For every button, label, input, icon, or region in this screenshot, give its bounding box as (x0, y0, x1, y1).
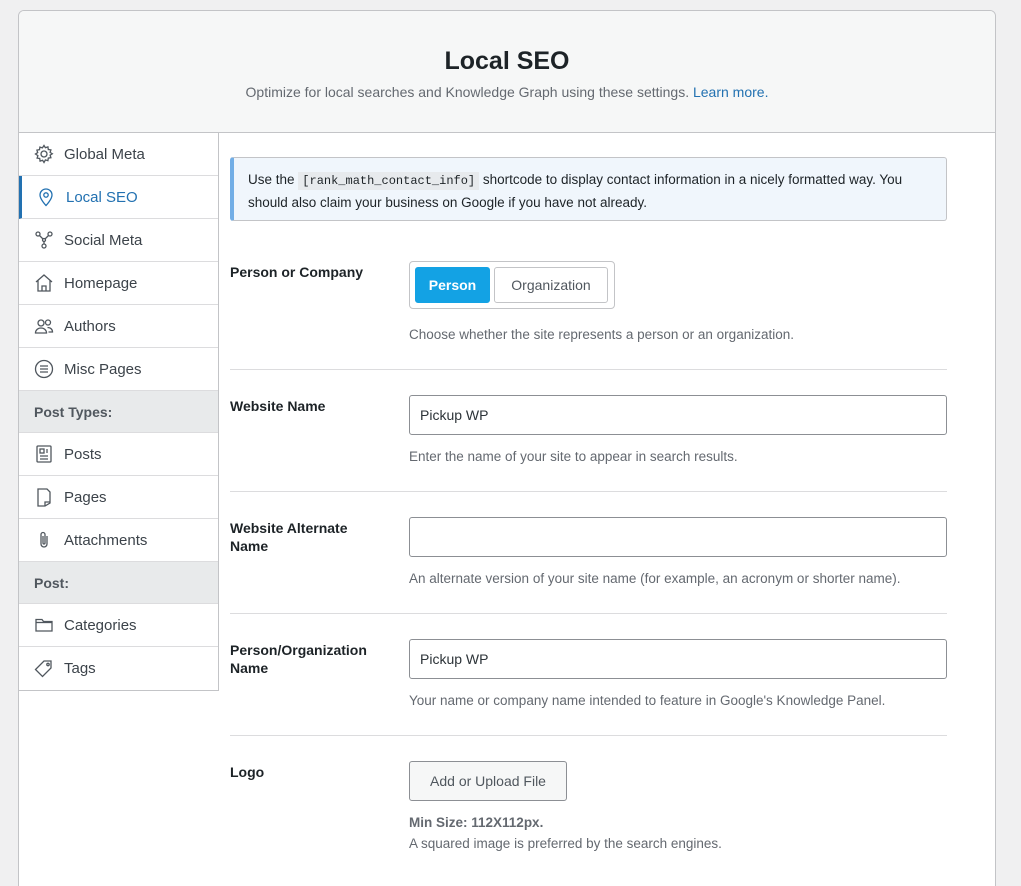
sidebar-item-label: Local SEO (66, 188, 138, 206)
sidebar-item-social-meta[interactable]: Social Meta (19, 219, 218, 262)
sidebar-item-attachments[interactable]: Attachments (19, 519, 218, 562)
social-nodes-icon (35, 231, 53, 249)
field-logo: Logo Add or Upload File Min Size: 112X11… (230, 736, 947, 876)
sidebar-item-categories[interactable]: Categories (19, 604, 218, 647)
upload-file-button[interactable]: Add or Upload File (409, 761, 567, 801)
page-title: Local SEO (444, 47, 570, 75)
field-label: Person or Company (230, 264, 364, 280)
sidebar-item-label: Attachments (64, 531, 148, 549)
gear-icon (34, 144, 54, 164)
location-pin-icon (39, 188, 53, 207)
sidebar-item-label: Global Meta (64, 145, 145, 163)
organization-button[interactable]: Organization (494, 267, 608, 303)
page-icon (37, 488, 51, 507)
sidebar-item-misc-pages[interactable]: Misc Pages (19, 348, 218, 391)
field-label: Website Alternate Name (230, 520, 348, 554)
sidebar-item-pages[interactable]: Pages (19, 476, 218, 519)
post-icon (36, 445, 52, 463)
field-label: Logo (230, 764, 265, 780)
field-person-or-company: Person or Company Person Organization Ch… (230, 221, 947, 370)
sidebar-item-label: Pages (64, 488, 107, 506)
field-description: Your name or company name intended to fe… (409, 693, 886, 708)
field-website-name: Website Name Enter the name of your site… (230, 370, 947, 492)
person-org-toggle: Person Organization (409, 261, 615, 309)
home-icon (35, 274, 53, 292)
field-website-alternate-name: Website Alternate Name An alternate vers… (230, 492, 947, 614)
sidebar-item-label: Homepage (64, 274, 138, 292)
folder-icon (35, 618, 53, 632)
sidebar-item-authors[interactable]: Authors (19, 305, 218, 348)
field-label: Person/Organization Name (230, 642, 367, 676)
page-header: Local SEO Optimize for local searches an… (19, 11, 995, 133)
page-subtitle: Optimize for local searches and Knowledg… (19, 84, 995, 100)
paperclip-icon (40, 531, 48, 548)
settings-sidebar: Global Meta Local SEO Social Meta Homepa… (19, 133, 219, 691)
logo-min-size: Min Size: 112X112px. (409, 815, 544, 830)
sidebar-heading-post-types: Post Types: (19, 391, 218, 433)
sidebar-item-label: Social Meta (64, 231, 143, 249)
sidebar-item-homepage[interactable]: Homepage (19, 262, 218, 305)
sidebar-item-label: Authors (64, 317, 116, 335)
sidebar-heading-post: Post: (19, 562, 218, 604)
shortcode-notice: Use the [rank_math_contact_info] shortco… (230, 157, 947, 221)
sidebar-item-label: Posts (64, 445, 102, 463)
person-org-name-input[interactable] (409, 639, 947, 679)
settings-content: Use the [rank_math_contact_info] shortco… (230, 157, 947, 876)
tag-icon (34, 659, 52, 677)
sidebar-item-label: Misc Pages (64, 360, 142, 378)
field-label: Website Name (230, 398, 326, 414)
sidebar-item-local-seo[interactable]: Local SEO (19, 176, 218, 219)
website-alternate-name-input[interactable] (409, 517, 947, 557)
sidebar-item-tags[interactable]: Tags (19, 647, 218, 690)
shortcode-code: [rank_math_contact_info] (298, 172, 480, 190)
users-icon (34, 319, 54, 334)
sidebar-item-posts[interactable]: Posts (19, 433, 218, 476)
subtitle-text: Optimize for local searches and Knowledg… (245, 84, 690, 100)
sidebar-item-global-meta[interactable]: Global Meta (19, 133, 218, 176)
sidebar-item-label: Categories (64, 616, 137, 634)
field-description: An alternate version of your site name (… (409, 571, 901, 586)
person-button[interactable]: Person (415, 267, 490, 303)
website-name-input[interactable] (409, 395, 947, 435)
field-description: Choose whether the site represents a per… (409, 327, 794, 342)
learn-more-link[interactable]: Learn more. (693, 84, 768, 100)
field-description: A squared image is preferred by the sear… (409, 836, 722, 851)
list-circle-icon (34, 359, 54, 379)
sidebar-item-label: Tags (64, 660, 96, 677)
notice-prefix: Use the (248, 172, 295, 187)
field-description: Enter the name of your site to appear in… (409, 449, 738, 464)
field-person-org-name: Person/Organization Name Your name or co… (230, 614, 947, 736)
